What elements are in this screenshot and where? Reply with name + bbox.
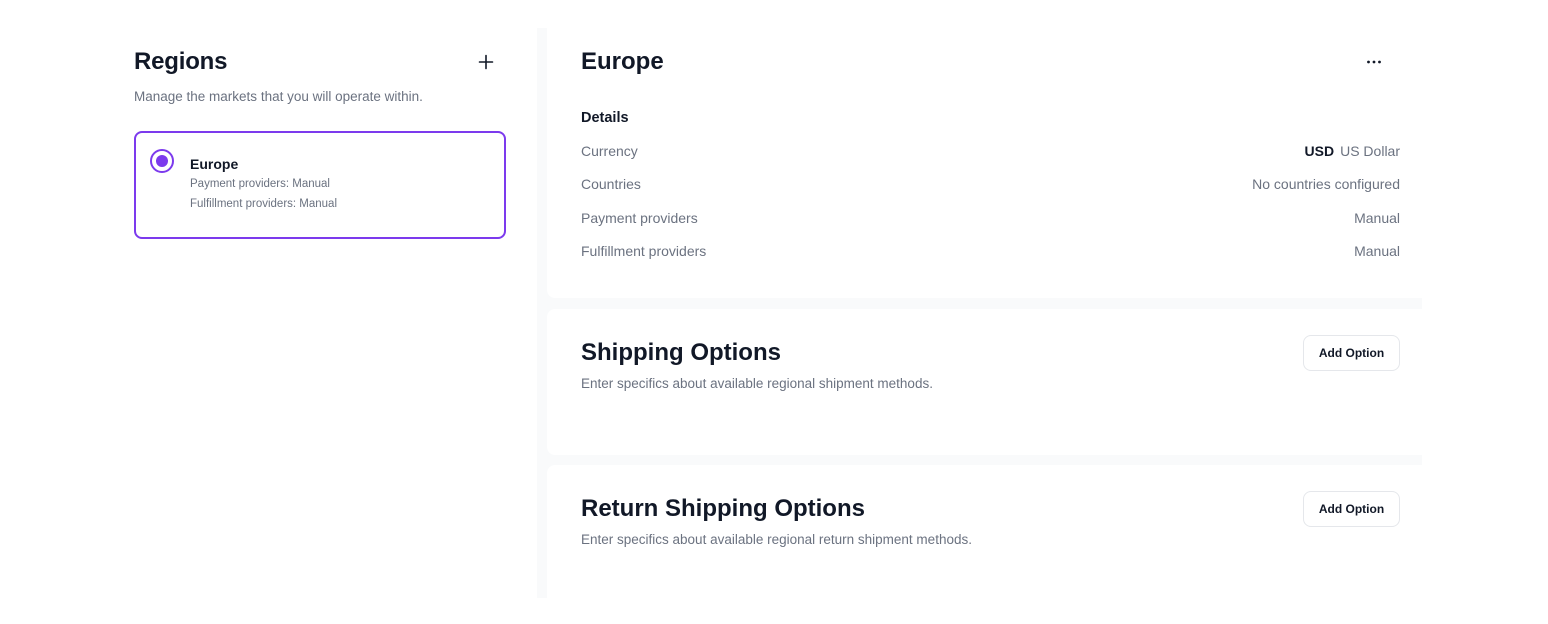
region-item-europe[interactable]: Europe Payment providers: Manual Fulfill…: [134, 131, 506, 239]
region-fulfillment-providers: Fulfillment providers: Manual: [190, 198, 338, 210]
radio-dot-icon: [156, 155, 168, 167]
regions-title: Regions: [134, 48, 228, 75]
region-radio-selected[interactable]: [150, 149, 174, 173]
region-payment-providers: Payment providers: Manual: [190, 178, 330, 190]
detail-row-currency: Currency USD US Dollar: [581, 143, 1400, 176]
region-info: Europe Payment providers: Manual Fulfill…: [190, 149, 337, 221]
detail-row-countries: Countries No countries configured: [581, 176, 1400, 209]
detail-value: Manual: [1354, 242, 1400, 259]
detail-row-fulfillment-providers: Fulfillment providers Manual: [581, 243, 1400, 276]
regions-panel: Regions Manage the markets that you will…: [134, 48, 506, 239]
detail-value: USD US Dollar: [1305, 143, 1400, 176]
shipping-options-subtitle: Enter specifics about available regional…: [581, 376, 933, 391]
detail-row-payment-providers: Payment providers Manual: [581, 210, 1400, 243]
details-list: Currency USD US Dollar Countries No count…: [581, 143, 1400, 276]
details-heading: Details: [581, 110, 629, 126]
detail-value: Manual: [1354, 209, 1400, 226]
regions-subtitle: Manage the markets that you will operate…: [134, 89, 423, 104]
plus-icon: [478, 54, 494, 70]
region-detail-title: Europe: [581, 48, 664, 75]
detail-label: Payment providers: [581, 209, 698, 226]
detail-label: Fulfillment providers: [581, 242, 707, 259]
more-horizontal-icon: [1367, 60, 1381, 64]
shipping-options-card: Shipping Options Enter specifics about a…: [547, 309, 1422, 455]
regions-header: Regions: [134, 48, 506, 76]
detail-label: Countries: [581, 176, 641, 193]
add-region-button[interactable]: [474, 50, 498, 74]
return-shipping-options-title: Return Shipping Options: [581, 495, 865, 522]
region-details-card: Europe Details Currency USD US Dollar Cou…: [547, 28, 1422, 298]
detail-label: Currency: [581, 143, 638, 159]
add-return-shipping-option-button[interactable]: Add Option: [1303, 491, 1400, 527]
detail-value: No countries configured: [1252, 176, 1400, 193]
more-actions-button[interactable]: [1360, 48, 1388, 76]
shipping-options-title: Shipping Options: [581, 339, 781, 366]
return-shipping-options-subtitle: Enter specifics about available regional…: [581, 532, 972, 547]
return-shipping-options-card: Return Shipping Options Enter specifics …: [547, 465, 1422, 598]
add-shipping-option-button[interactable]: Add Option: [1303, 335, 1400, 371]
region-name: Europe: [190, 156, 239, 172]
currency-name: US Dollar: [1340, 143, 1400, 159]
currency-code: USD: [1304, 143, 1335, 159]
